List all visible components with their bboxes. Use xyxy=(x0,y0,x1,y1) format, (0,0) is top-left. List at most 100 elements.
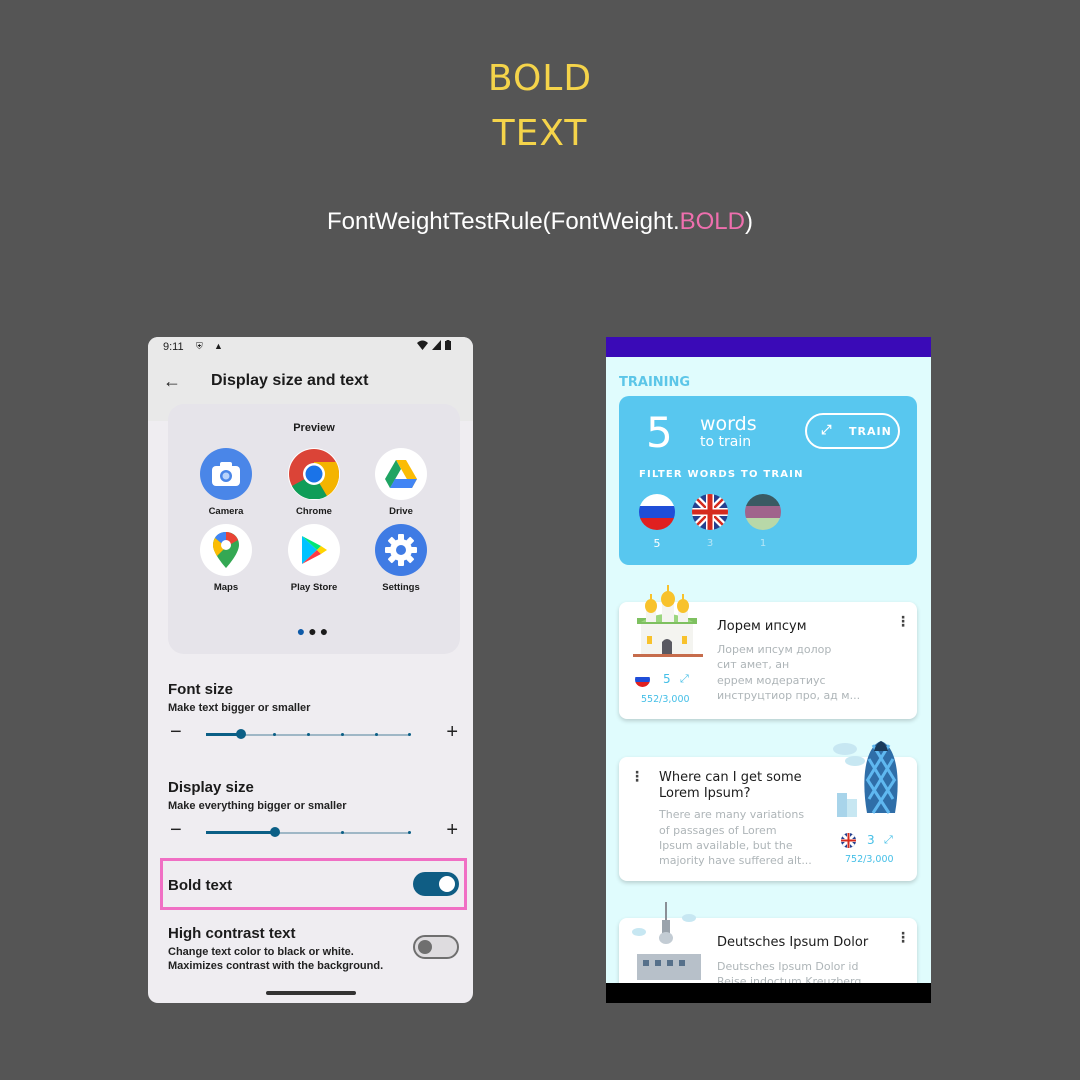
train-button-label: TRAIN xyxy=(849,425,892,438)
bold-text-toggle[interactable] xyxy=(413,872,459,896)
card-desc-line: Deutsches Ipsum Dolor id xyxy=(717,960,859,973)
a-icon: ▲ xyxy=(214,341,223,351)
tv-tower-icon xyxy=(631,900,711,984)
preview-card: Preview Camera Chrome Drive Maps Play St… xyxy=(168,404,460,654)
russia-flag[interactable] xyxy=(639,494,675,530)
code-highlight: BOLD xyxy=(679,208,745,235)
card-count: 5 xyxy=(663,672,671,686)
card-title: Лорем ипсум xyxy=(717,619,807,634)
status-time: 9:11 xyxy=(163,341,184,353)
app-drive: Drive xyxy=(361,448,441,517)
card-title-line: Lorem Ipsum? xyxy=(659,786,751,801)
headline-bold: BOLD xyxy=(487,58,593,99)
church-icon xyxy=(629,584,705,666)
word-card[interactable]: ⋮ Where can I get some Lorem Ipsum? Ther… xyxy=(619,741,917,881)
card-desc-line: инструцтиор про, ад м... xyxy=(717,689,861,702)
dumbbell-icon: ⤢ xyxy=(884,833,893,846)
status-icons xyxy=(417,340,451,351)
filter-count: 1 xyxy=(759,538,767,549)
font-size-thumb[interactable] xyxy=(236,729,246,739)
dumbbell-icon: ⤢ xyxy=(821,423,833,438)
play-store-icon xyxy=(288,524,340,576)
app-label: Settings xyxy=(382,582,420,593)
card-desc-line: majority have suffered alt... xyxy=(659,854,812,867)
preview-title: Preview xyxy=(293,422,335,434)
card-desc-line: of passages of Lorem xyxy=(659,824,777,837)
other-flag[interactable] xyxy=(745,494,781,530)
headline-text: TEXT xyxy=(492,113,588,154)
filter-count: 5 xyxy=(653,537,661,550)
back-arrow-icon[interactable]: ← xyxy=(163,371,181,392)
decrease-font-icon[interactable]: − xyxy=(170,721,182,744)
signal-icon xyxy=(432,340,442,351)
card-progress: 752/3,000 xyxy=(845,854,894,865)
training-screen: TRAINING 5 words to train ⤢ TRAIN FILTER… xyxy=(606,337,931,1003)
page-indicator: ●●● xyxy=(296,623,332,639)
words-label: words xyxy=(700,413,757,435)
code-caption: FontWeightTestRule(FontWeight.BOLD) xyxy=(0,208,1080,236)
words-count: 5 xyxy=(646,408,673,457)
uk-flag[interactable] xyxy=(692,494,728,530)
more-menu-icon[interactable]: ⋮ xyxy=(896,930,910,946)
increase-font-icon[interactable]: + xyxy=(446,721,458,744)
settings-icon xyxy=(375,524,427,576)
maps-icon xyxy=(200,524,252,576)
train-card: 5 words to train ⤢ TRAIN FILTER WORDS TO… xyxy=(619,396,917,565)
display-size-subtitle: Make everything bigger or smaller xyxy=(168,800,347,812)
high-contrast-subtitle-2: Maximizes contrast with the background. xyxy=(168,960,384,972)
app-label: Chrome xyxy=(296,506,332,517)
font-size-title: Font size xyxy=(168,681,234,698)
settings-screen: 9:11 ⛨ ▲ ← Display size and text Preview… xyxy=(148,337,473,1003)
chrome-icon xyxy=(288,448,340,500)
uk-flag xyxy=(841,833,856,848)
app-maps: Maps xyxy=(186,524,266,593)
app-label: Drive xyxy=(389,506,413,517)
decrease-display-icon[interactable]: − xyxy=(170,819,182,842)
to-train-label: to train xyxy=(700,434,752,450)
card-title: Deutsches Ipsum Dolor xyxy=(717,935,869,950)
dumbbell-icon: ⤢ xyxy=(680,672,689,685)
app-label: Play Store xyxy=(290,582,338,593)
section-title: TRAINING xyxy=(619,375,691,390)
card-title-line: Where can I get some xyxy=(659,770,802,785)
code-suffix: ) xyxy=(744,208,753,235)
high-contrast-toggle[interactable] xyxy=(413,935,459,959)
filter-title: FILTER WORDS TO TRAIN xyxy=(639,469,804,480)
high-contrast-subtitle-1: Change text color to black or white. xyxy=(168,946,354,958)
more-menu-icon[interactable]: ⋮ xyxy=(630,769,644,785)
card-desc-line: сит амет, ан xyxy=(717,658,790,671)
app-label: Maps xyxy=(213,582,239,593)
card-desc-line: Ipsum available, but the xyxy=(659,839,793,852)
increase-display-icon[interactable]: + xyxy=(446,819,458,842)
font-size-slider[interactable]: − + xyxy=(168,721,458,745)
display-size-title: Display size xyxy=(168,779,254,796)
app-play-store: Play Store xyxy=(274,524,354,593)
word-card[interactable]: 5 ⤢ 552/3,000 Лорем ипсум Лорем ипсум до… xyxy=(619,585,917,719)
shield-icon: ⛨ xyxy=(196,341,203,351)
gherkin-building-icon xyxy=(831,739,911,821)
card-count: 3 xyxy=(867,833,875,847)
display-size-slider[interactable]: − + xyxy=(168,819,458,843)
app-settings: Settings xyxy=(361,524,441,593)
card-desc-line: еррем модератиус xyxy=(717,674,826,687)
navigation-handle[interactable] xyxy=(266,991,356,995)
page-title: Display size and text xyxy=(211,372,369,389)
app-chrome: Chrome xyxy=(274,448,354,517)
battery-icon xyxy=(445,340,451,351)
status-bar: 9:11 ⛨ ▲ xyxy=(148,337,473,357)
bold-text-label: Bold text xyxy=(168,877,233,894)
card-progress: 552/3,000 xyxy=(641,694,690,705)
wifi-icon xyxy=(417,340,429,351)
app-camera: Camera xyxy=(186,448,266,517)
status-bar xyxy=(606,337,931,357)
drive-icon xyxy=(375,448,427,500)
card-desc-line: Лорем ипсум долор xyxy=(717,643,832,656)
train-button[interactable]: ⤢ TRAIN xyxy=(805,413,900,449)
font-size-subtitle: Make text bigger or smaller xyxy=(168,702,311,714)
camera-icon xyxy=(200,448,252,500)
display-size-thumb[interactable] xyxy=(270,827,280,837)
high-contrast-title: High contrast text xyxy=(168,925,296,942)
more-menu-icon[interactable]: ⋮ xyxy=(896,614,910,630)
card-desc-line: There are many variations xyxy=(659,808,805,821)
filter-count: 3 xyxy=(706,538,714,549)
